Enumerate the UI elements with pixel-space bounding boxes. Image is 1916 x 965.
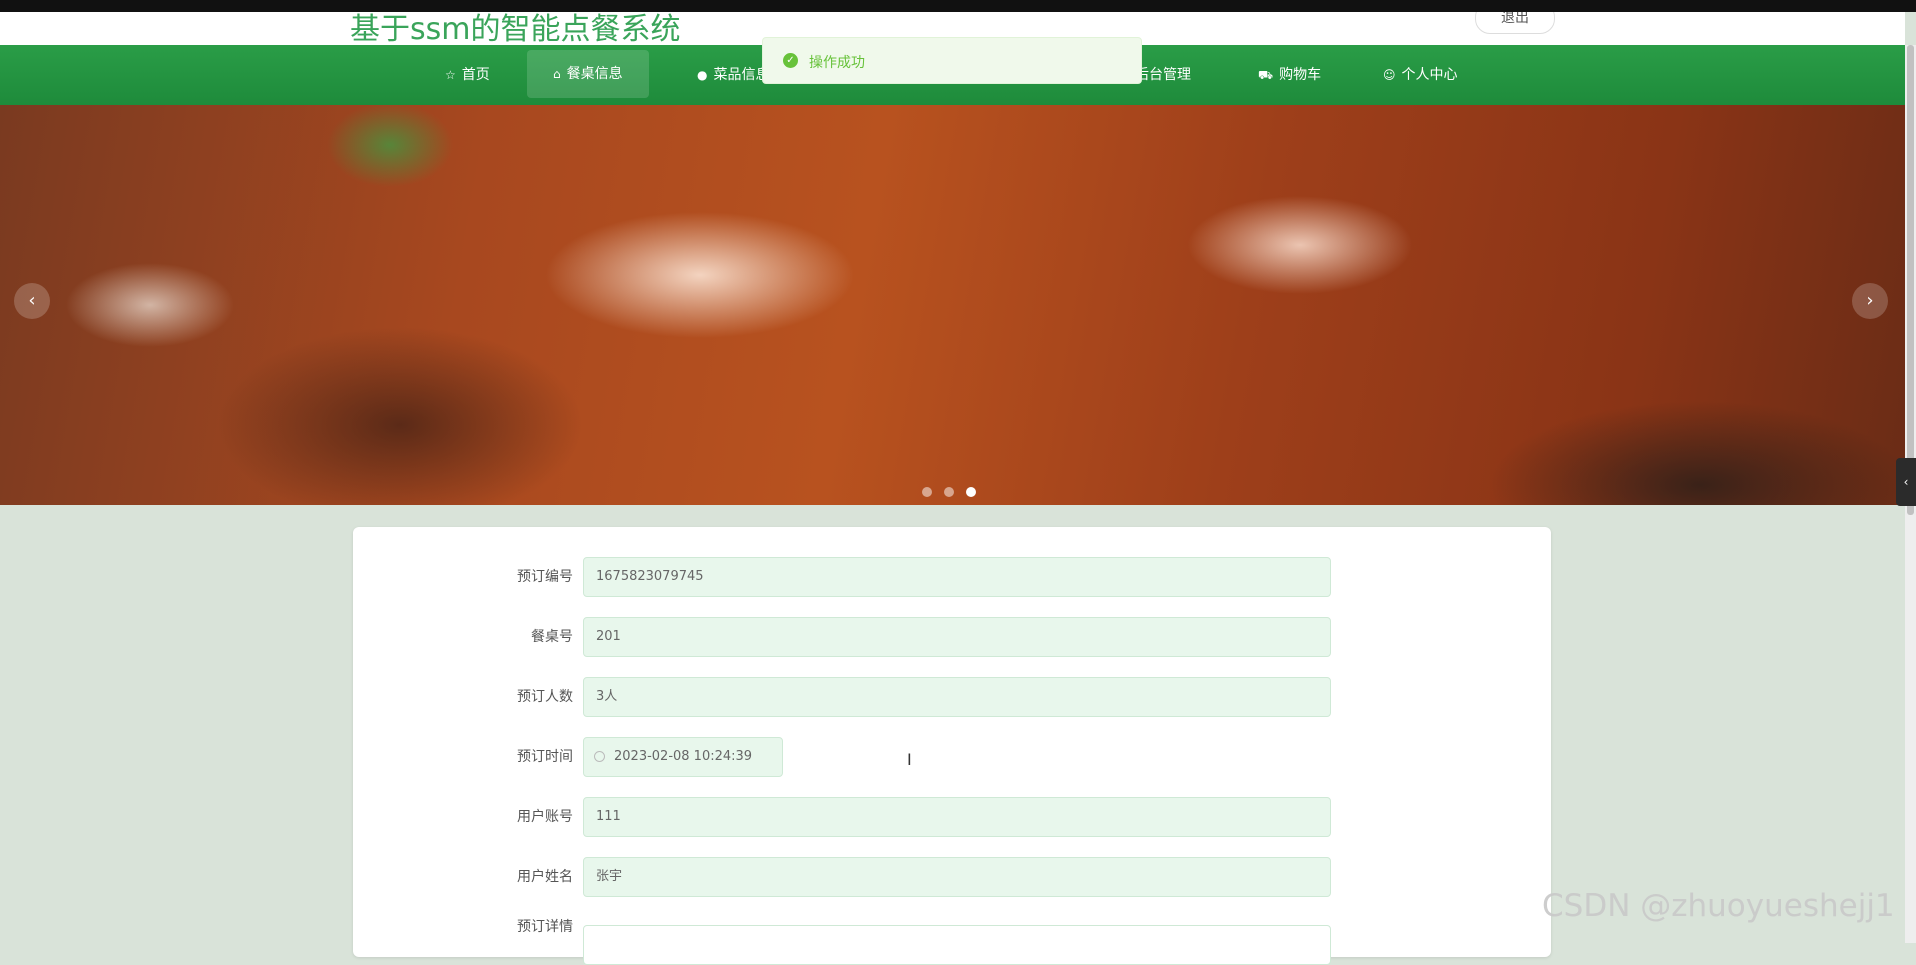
check-circle-icon: ✓ — [783, 53, 798, 68]
form-row-reservation-time: 预订时间 2023-02-08 10:24:39 — [353, 737, 1551, 777]
nav-item-label: 购物车 — [1279, 67, 1322, 83]
nav-item-profile[interactable]: ☺ 个人中心 — [1383, 45, 1458, 105]
logout-button[interactable]: 退出 — [1475, 12, 1555, 34]
form-row-reservation-id: 预订编号 1675823079745 — [353, 557, 1551, 597]
nav-item-label: 首页 — [461, 67, 490, 83]
carousel-next-button[interactable]: › — [1852, 283, 1888, 319]
nav-item-home[interactable]: ☆ 首页 — [445, 45, 490, 105]
clock-icon — [594, 751, 605, 762]
text-cursor-icon: I — [907, 750, 912, 769]
field-label: 预订详情 — [517, 919, 573, 935]
form-row-table-number: 餐桌号 201 — [353, 617, 1551, 657]
form-row-reservation-details: 预订详情 — [353, 917, 1551, 965]
side-panel-toggle-icon[interactable]: ‹ — [1896, 458, 1916, 506]
field-label: 预订编号 — [517, 569, 573, 585]
star-icon: ☆ — [445, 68, 456, 82]
nav-item-admin[interactable]: 后台管理 — [1135, 45, 1191, 105]
field-label: 预订人数 — [517, 689, 573, 705]
user-name-field[interactable]: 张宇 — [583, 857, 1331, 897]
nav-item-dishes[interactable]: ● 菜品信息 — [697, 45, 769, 105]
reservation-details-field[interactable] — [583, 925, 1331, 965]
nav-item-label: 个人中心 — [1401, 67, 1458, 83]
field-label: 预订时间 — [517, 749, 573, 765]
field-label: 餐桌号 — [531, 629, 573, 645]
field-label: 用户账号 — [517, 809, 573, 825]
carousel-indicators — [922, 482, 988, 497]
watermark: CSDN @zhuoyueshejj1 — [1542, 888, 1895, 924]
top-dark-strip — [0, 0, 1916, 12]
carousel-dot[interactable] — [922, 487, 932, 497]
nav-item-tables[interactable]: ⌂ 餐桌信息 — [527, 50, 649, 98]
info-icon: ● — [697, 68, 708, 82]
table-number-field[interactable]: 201 — [583, 617, 1331, 657]
user-icon: ☺ — [1383, 68, 1396, 82]
form-row-user-account: 用户账号 111 — [353, 797, 1551, 837]
toast-message: 操作成功 — [809, 55, 865, 71]
reservation-id-field[interactable]: 1675823079745 — [583, 557, 1331, 597]
nav-item-cart[interactable]: ⛟ 购物车 — [1258, 45, 1321, 105]
reservation-form-card: 预订编号 1675823079745 餐桌号 201 预订人数 3人 预订时间 … — [353, 527, 1551, 965]
nav-item-label: 后台管理 — [1135, 67, 1191, 83]
form-row-user-name: 用户姓名 张宇 — [353, 857, 1551, 897]
bag-icon: ⌂ — [553, 67, 561, 81]
carousel-prev-button[interactable]: ‹ — [14, 283, 50, 319]
nav-item-label: 餐桌信息 — [566, 66, 623, 82]
banner-carousel[interactable]: ‹ › — [0, 105, 1905, 505]
reservation-time-value: 2023-02-08 10:24:39 — [614, 749, 753, 764]
party-size-field[interactable]: 3人 — [583, 677, 1331, 717]
reservation-time-picker[interactable]: 2023-02-08 10:24:39 — [583, 737, 783, 777]
carousel-dot-active[interactable] — [966, 487, 976, 497]
carousel-dot[interactable] — [944, 487, 954, 497]
form-row-party-size: 预订人数 3人 — [353, 677, 1551, 717]
cart-icon: ⛟ — [1258, 68, 1274, 82]
success-toast: ✓ 操作成功 — [762, 37, 1142, 84]
scrollbar-thumb[interactable] — [1907, 45, 1914, 515]
user-account-field[interactable]: 111 — [583, 797, 1331, 837]
field-label: 用户姓名 — [517, 869, 573, 885]
site-title: 基于ssm的智能点餐系统 — [350, 12, 681, 45]
